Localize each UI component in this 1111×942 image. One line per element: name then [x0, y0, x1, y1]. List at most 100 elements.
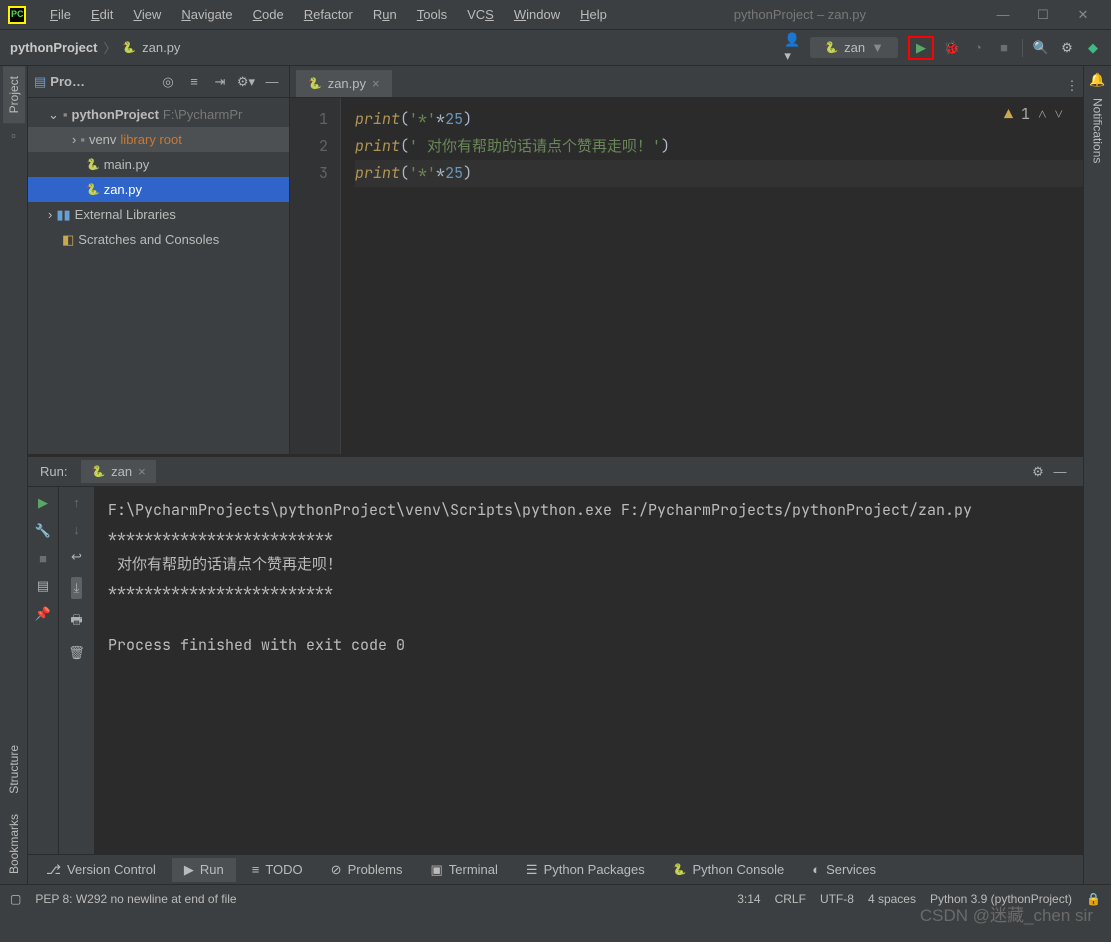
packages-icon: ☰ — [526, 862, 538, 878]
wrench-icon[interactable]: 🔧 — [35, 523, 51, 539]
tab-terminal[interactable]: ▣Terminal — [418, 858, 509, 882]
menu-navigate[interactable]: Navigate — [171, 7, 242, 22]
line-separator[interactable]: CRLF — [775, 892, 806, 906]
menu-help[interactable]: Help — [570, 7, 617, 22]
prev-highlight-icon[interactable]: ˄ — [1038, 104, 1046, 124]
status-icon[interactable]: ▢ — [10, 892, 21, 906]
stop-button[interactable]: ■ — [996, 40, 1012, 56]
tab-close-icon[interactable]: × — [138, 464, 146, 479]
print-icon[interactable]: 🖶 — [70, 611, 82, 633]
menu-refactor[interactable]: Refactor — [294, 7, 363, 22]
menu-vcs[interactable]: VCS — [457, 7, 504, 22]
maximize-button[interactable]: ☐ — [1023, 7, 1063, 23]
layout-icon[interactable]: ▤ — [37, 578, 49, 594]
pin-icon[interactable]: 📌 — [35, 606, 51, 622]
tab-close-icon[interactable]: × — [372, 76, 380, 91]
notifications-bell-icon[interactable]: 🔔 — [1089, 72, 1105, 88]
scroll-end-icon[interactable]: ⤓ — [71, 577, 83, 599]
menu-tools[interactable]: Tools — [407, 7, 457, 22]
tree-scratches[interactable]: ◧ Scratches and Consoles — [28, 227, 289, 252]
breadcrumb-project[interactable]: pythonProject — [10, 40, 97, 55]
tree-file-main[interactable]: 🐍 main.py — [28, 152, 289, 177]
indent-setting[interactable]: 4 spaces — [868, 892, 916, 906]
tree-root[interactable]: ⌄ ▪ pythonProject F:\PycharmPr — [28, 102, 289, 127]
tab-todo[interactable]: ≡TODO — [240, 858, 315, 881]
menu-run[interactable]: Run — [363, 7, 407, 22]
tab-python-packages[interactable]: ☰Python Packages — [514, 858, 657, 882]
tab-run[interactable]: ▶Run — [172, 858, 236, 882]
locate-icon[interactable]: ◎ — [157, 71, 179, 93]
bottom-tool-tabs: ⎇Version Control ▶Run ≡TODO ⊘Problems ▣T… — [28, 854, 1083, 884]
tree-venv[interactable]: › ▪ venv library root — [28, 127, 289, 152]
breadcrumb-file[interactable]: zan.py — [142, 40, 180, 55]
project-tree[interactable]: ⌄ ▪ pythonProject F:\PycharmPr › ▪ venv … — [28, 98, 289, 256]
bookmarks-tool-tab[interactable]: Bookmarks — [3, 804, 25, 884]
editor-tabs: 🐍 zan.py × ⋮ — [290, 66, 1083, 98]
debug-button[interactable]: 🐞 — [944, 40, 960, 56]
file-encoding[interactable]: UTF-8 — [820, 892, 854, 906]
tree-venv-label: venv — [89, 132, 116, 147]
structure-tool-tab[interactable]: Structure — [3, 735, 25, 804]
coverage-button[interactable]: ◔ — [970, 40, 986, 56]
python-file-icon: 🐍 — [86, 183, 100, 196]
up-icon[interactable]: ↑ — [73, 495, 80, 510]
stop-icon[interactable]: ■ — [39, 551, 47, 566]
panel-hide-icon[interactable]: — — [261, 71, 283, 93]
menu-window[interactable]: Window — [504, 7, 570, 22]
tab-problems[interactable]: ⊘Problems — [319, 858, 415, 882]
app-icon — [8, 6, 26, 24]
python-file-icon: 🐍 — [122, 41, 136, 54]
settings-button[interactable]: ⚙ — [1059, 40, 1075, 56]
breadcrumb: pythonProject 〉 🐍 zan.py — [10, 38, 784, 57]
trash-icon[interactable]: 🗑 — [68, 645, 85, 661]
run-title: Run: — [40, 464, 67, 479]
collapse-icon[interactable]: ⇥ — [209, 71, 231, 93]
rerun-button[interactable]: ▶ — [38, 495, 48, 511]
code-editor[interactable]: 1 2 3 print('*'*25)print(' 对你有帮助的话请点个赞再走… — [290, 98, 1083, 454]
panel-settings-icon[interactable]: ⚙▾ — [235, 71, 257, 93]
lock-icon[interactable]: 🔒 — [1086, 892, 1101, 906]
menu-edit[interactable]: Edit — [81, 7, 123, 22]
run-button[interactable]: ▶ — [908, 36, 934, 60]
menu-file[interactable]: File — [40, 7, 81, 22]
next-highlight-icon[interactable]: ˅ — [1055, 104, 1063, 124]
tab-version-control[interactable]: ⎇Version Control — [34, 858, 168, 882]
inspection-status[interactable]: ▲ 1 ˄ ˅ — [1004, 104, 1063, 124]
close-button[interactable]: ✕ — [1063, 7, 1103, 23]
tab-services[interactable]: ◐Services — [800, 858, 888, 881]
notifications-tab[interactable]: Notifications — [1087, 88, 1109, 173]
project-tool-tab[interactable]: Project — [3, 66, 25, 123]
warning-icon: ▲ — [1004, 104, 1013, 124]
menu-view[interactable]: View — [123, 7, 171, 22]
editor-more-icon[interactable]: ⋮ — [1061, 75, 1083, 97]
minimize-button[interactable]: — — [983, 7, 1023, 22]
tree-external-libs[interactable]: › ▮▮ External Libraries — [28, 202, 289, 227]
user-icon[interactable]: 👤▾ — [784, 40, 800, 56]
tab-python-console[interactable]: 🐍Python Console — [661, 858, 796, 881]
search-button[interactable]: 🔍 — [1033, 40, 1049, 56]
tree-file-zan[interactable]: 🐍 zan.py — [28, 177, 289, 202]
run-config-selector[interactable]: 🐍 zan ▼ — [810, 37, 898, 58]
tree-root-path: F:\PycharmPr — [163, 107, 242, 122]
editor-tab-zan[interactable]: 🐍 zan.py × — [296, 68, 392, 97]
run-session-tab[interactable]: 🐍 zan × — [81, 460, 155, 483]
run-settings-icon[interactable]: ⚙ — [1027, 461, 1049, 483]
menu-code[interactable]: Code — [243, 7, 294, 22]
ide-features-icon[interactable]: ◆ — [1085, 40, 1101, 56]
project-panel-title[interactable]: Pro… — [50, 74, 85, 89]
run-hide-icon[interactable]: — — [1049, 461, 1071, 483]
bookmarks-icon-small[interactable]: ▫ — [6, 127, 22, 143]
code-content[interactable]: print('*'*25)print(' 对你有帮助的话请点个赞再走呗！')pr… — [340, 98, 1083, 454]
expand-icon[interactable]: ≡ — [183, 71, 205, 93]
line-number: 3 — [290, 160, 328, 187]
down-icon[interactable]: ↓ — [73, 522, 80, 537]
chevron-down-icon: ⌄ — [48, 107, 59, 123]
tree-venv-note: library root — [120, 132, 181, 147]
console-output[interactable]: F:\PycharmProjects\pythonProject\venv\Sc… — [94, 487, 1083, 854]
run-config-name: zan — [844, 40, 865, 55]
line-number: 1 — [290, 106, 328, 133]
python-file-icon: 🐍 — [308, 77, 322, 90]
caret-position[interactable]: 3:14 — [737, 892, 760, 906]
soft-wrap-icon[interactable]: ↩ — [71, 549, 82, 565]
python-interpreter[interactable]: Python 3.9 (pythonProject) — [930, 892, 1072, 906]
